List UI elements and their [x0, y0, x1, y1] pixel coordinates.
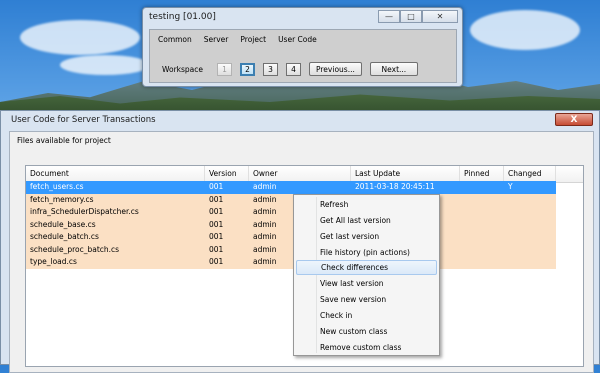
- menu-item-save-new-version[interactable]: Save new version: [296, 292, 437, 307]
- cell-version: 001: [209, 182, 224, 191]
- maximize-button[interactable]: □: [400, 10, 422, 23]
- cell-owner: admin: [253, 257, 277, 266]
- workspace-3-button[interactable]: 3: [263, 62, 278, 76]
- minimize-button[interactable]: —: [378, 10, 400, 23]
- cell-document: schedule_batch.cs: [30, 232, 99, 241]
- testing-window: testing [01.00] — □ ✕ Common Server Proj…: [142, 7, 463, 87]
- cell-owner: admin: [253, 219, 277, 229]
- cell-last-update: 2011-03-18 20:45:11: [355, 182, 435, 191]
- column-header-pinned[interactable]: Pinned: [460, 166, 504, 182]
- testing-window-body: Common Server Project User Code Workspac…: [149, 29, 457, 83]
- cell-document: infra_SchedulerDispatcher.cs: [30, 207, 139, 216]
- workspace-4-button[interactable]: 4: [286, 62, 301, 76]
- cell-document: schedule_proc_batch.cs: [30, 244, 120, 254]
- menu-item-refresh[interactable]: Refresh: [296, 197, 437, 212]
- context-menu: Refresh Get All last version Get last ve…: [293, 194, 440, 356]
- menu-user-code[interactable]: User Code: [278, 35, 317, 44]
- table-row[interactable]: schedule_batch.cs 001 admin: [26, 231, 556, 244]
- cell-document: fetch_users.cs: [30, 182, 84, 191]
- workspace-2-button[interactable]: 2: [240, 62, 255, 76]
- cell-version: 001: [209, 194, 224, 204]
- cell-version: 001: [209, 207, 224, 216]
- cell-changed: Y: [508, 182, 513, 191]
- minimize-icon: —: [385, 12, 393, 21]
- workspace-row: Workspace 1 2 3 4 Previous... Next...: [162, 62, 426, 76]
- cell-version: 001: [209, 232, 224, 241]
- files-label: Files available for project: [17, 136, 111, 145]
- close-icon: ✕: [436, 12, 444, 21]
- close-icon: X: [570, 114, 578, 125]
- menu-common[interactable]: Common: [158, 35, 192, 44]
- cell-owner: admin: [253, 194, 277, 204]
- cell-version: 001: [209, 257, 224, 266]
- column-header-changed[interactable]: Changed: [504, 166, 556, 182]
- menu-item-check-in[interactable]: Check in: [296, 308, 437, 323]
- close-button[interactable]: X: [555, 113, 593, 126]
- cell-document: schedule_base.cs: [30, 219, 96, 229]
- menu-item-file-history[interactable]: File history (pin actions): [296, 245, 437, 260]
- menu-item-check-differences[interactable]: Check differences: [296, 260, 437, 275]
- cell-owner: admin: [253, 182, 277, 191]
- cell-owner: admin: [253, 232, 277, 241]
- close-button[interactable]: ✕: [422, 10, 458, 23]
- column-header-version[interactable]: Version: [205, 166, 249, 182]
- cell-document: type_load.cs: [30, 257, 77, 266]
- previous-button[interactable]: Previous...: [309, 62, 362, 76]
- menu-item-get-last-version[interactable]: Get last version: [296, 229, 437, 244]
- cell-pinned: [460, 181, 464, 194]
- menu-bar: Common Server Project User Code: [158, 35, 317, 44]
- column-header-owner[interactable]: Owner: [249, 166, 351, 182]
- menu-project[interactable]: Project: [240, 35, 266, 44]
- table-row[interactable]: fetch_memory.cs 001 admin: [26, 193, 556, 206]
- workspace-1-button[interactable]: 1: [217, 62, 232, 76]
- menu-item-new-custom-class[interactable]: New custom class: [296, 324, 437, 339]
- window-controls: — □ ✕: [378, 10, 458, 23]
- cell-owner: admin: [253, 207, 277, 216]
- maximize-icon: □: [407, 12, 415, 21]
- cell-owner: admin: [253, 244, 277, 254]
- menu-item-remove-custom-class[interactable]: Remove custom class: [296, 340, 437, 355]
- table-row[interactable]: schedule_base.cs 001 admin: [26, 218, 556, 231]
- cell-version: 001: [209, 244, 224, 254]
- column-header-last-update[interactable]: Last Update: [351, 166, 460, 182]
- window-title: testing [01.00]: [149, 12, 216, 22]
- window-title: User Code for Server Transactions: [11, 115, 156, 125]
- table-row[interactable]: type_load.cs 001 admin: [26, 256, 556, 269]
- table-row[interactable]: infra_SchedulerDispatcher.cs 001 admin: [26, 206, 556, 219]
- menu-item-get-all-last-version[interactable]: Get All last version: [296, 213, 437, 228]
- menu-server[interactable]: Server: [204, 35, 229, 44]
- next-button[interactable]: Next...: [369, 62, 418, 76]
- column-header-document[interactable]: Document: [26, 166, 205, 182]
- cell-document: fetch_memory.cs: [30, 194, 94, 204]
- menu-item-view-last-version[interactable]: View last version: [296, 276, 437, 291]
- cell-version: 001: [209, 219, 224, 229]
- workspace-label: Workspace: [162, 64, 203, 74]
- table-row[interactable]: fetch_users.cs 001 admin 2011-03-18 20:4…: [26, 181, 556, 194]
- table-row[interactable]: schedule_proc_batch.cs 001 admin: [26, 243, 556, 256]
